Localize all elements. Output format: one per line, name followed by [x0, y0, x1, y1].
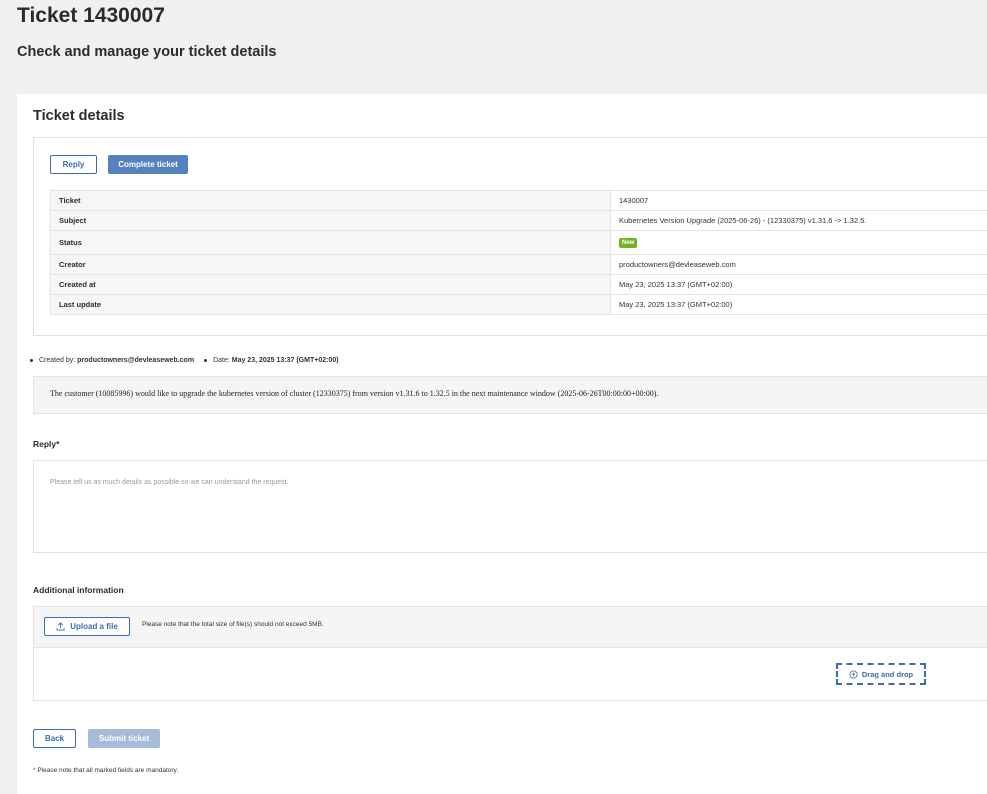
created-by-label: Created by:	[39, 357, 75, 364]
table-row: Subject Kubernetes Version Upgrade (2025…	[51, 211, 987, 231]
subject-value: Kubernetes Version Upgrade (2025-06-26) …	[611, 211, 987, 231]
ticket-details-panel: Reply Complete ticket Ticket 1430007 Sub…	[33, 137, 987, 336]
cloud-upload-icon	[849, 670, 858, 679]
last-update-value: May 23, 2025 13:37 (GMT+02:00)	[611, 295, 987, 315]
drag-and-drop-zone[interactable]: Drag and drop	[836, 663, 926, 685]
reply-button[interactable]: Reply	[50, 155, 97, 174]
upload-panel: Upload a file Please note that the total…	[33, 606, 987, 701]
upload-file-button[interactable]: Upload a file	[44, 617, 130, 636]
complete-ticket-button[interactable]: Complete ticket	[108, 155, 188, 174]
mandatory-star: *	[33, 767, 36, 774]
mandatory-text: Please note that all marked fields are m…	[37, 767, 178, 774]
reply-label: Reply*	[33, 439, 59, 449]
reply-textarea[interactable]	[33, 460, 987, 553]
creator-key: Creator	[51, 255, 611, 275]
drag-and-drop-label: Drag and drop	[862, 670, 913, 679]
upload-size-note: Please note that the total size of file(…	[142, 621, 324, 628]
table-row: Ticket 1430007	[51, 191, 987, 211]
message-meta: Created by: productowners@devleaseweb.co…	[30, 357, 339, 364]
table-row: Last update May 23, 2025 13:37 (GMT+02:0…	[51, 295, 987, 315]
status-badge: New	[619, 238, 637, 248]
ticket-key: Ticket	[51, 191, 611, 211]
bullet-icon	[204, 359, 207, 362]
date-value: May 23, 2025 13:37 (GMT+02:00)	[232, 357, 339, 364]
table-row: Created at May 23, 2025 13:37 (GMT+02:00…	[51, 275, 987, 295]
page-title: Ticket 1430007	[17, 4, 165, 28]
mandatory-note: * Please note that all marked fields are…	[33, 767, 178, 774]
upload-file-label: Upload a file	[70, 622, 118, 631]
last-update-key: Last update	[51, 295, 611, 315]
created-at-key: Created at	[51, 275, 611, 295]
back-button[interactable]: Back	[33, 729, 76, 748]
additional-info-label: Additional information	[33, 585, 124, 595]
ticket-info-table: Ticket 1430007 Subject Kubernetes Versio…	[50, 190, 987, 315]
message-body: The customer (10085996) would like to up…	[50, 389, 658, 398]
status-key: Status	[51, 231, 611, 255]
message-box: The customer (10085996) would like to up…	[33, 376, 987, 414]
page-subtitle: Check and manage your ticket details	[17, 44, 276, 60]
ticket-value: 1430007	[611, 191, 987, 211]
creator-value: productowners@devleaseweb.com	[611, 255, 987, 275]
created-by-value: productowners@devleaseweb.com	[77, 357, 194, 364]
table-row: Creator productowners@devleaseweb.com	[51, 255, 987, 275]
subject-key: Subject	[51, 211, 611, 231]
bullet-icon	[30, 359, 33, 362]
date-label: Date:	[213, 357, 230, 364]
upload-icon	[56, 622, 65, 631]
ticket-details-title: Ticket details	[33, 108, 125, 124]
created-at-value: May 23, 2025 13:37 (GMT+02:00)	[611, 275, 987, 295]
table-row: Status New	[51, 231, 987, 255]
submit-ticket-button[interactable]: Submit ticket	[88, 729, 160, 748]
